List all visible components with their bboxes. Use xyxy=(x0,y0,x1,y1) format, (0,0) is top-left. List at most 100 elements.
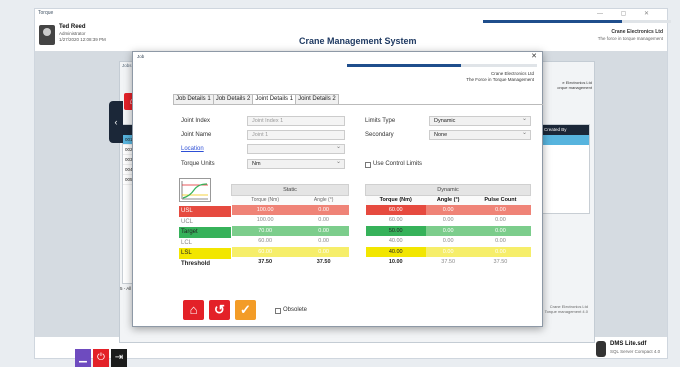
obsolete-checkbox[interactable] xyxy=(275,308,281,314)
power-button[interactable]: ⏻ xyxy=(93,349,109,367)
joint-name-label: Joint Name xyxy=(181,132,212,138)
title-bar: Torque — ▢ ✕ Ted Reed Administrator 1/27… xyxy=(35,9,671,49)
dynamic-lcl-pulse[interactable]: 0.00 xyxy=(470,236,531,247)
static-target-angle[interactable]: 0.00 xyxy=(298,225,349,236)
brand-bar xyxy=(483,20,671,23)
torque-units-label: Torque Units xyxy=(181,161,215,167)
static-threshold-torque[interactable]: 37.50 xyxy=(231,257,299,268)
dynamic-ucl-pulse[interactable]: 0.00 xyxy=(470,215,531,226)
joint-index-label: Joint Index xyxy=(181,118,211,124)
dynamic-usl-angle[interactable]: 0.00 xyxy=(425,204,471,215)
logout-button[interactable]: ⇥ xyxy=(111,349,127,367)
panel-brand: e Electronics Ltd orque management xyxy=(557,80,592,90)
dynamic-threshold-torque[interactable]: 10.00 xyxy=(365,257,426,268)
tab-joint-details-1[interactable]: Joint Details 1 xyxy=(252,94,297,104)
tab-joint-details-2[interactable]: Joint Details 2 xyxy=(295,94,339,104)
jobs-panel-title: Jobs xyxy=(122,63,132,68)
lsl-label: LSL xyxy=(179,248,231,259)
dynamic-lcl-angle[interactable]: 0.00 xyxy=(425,236,471,247)
static-lcl-torque[interactable]: 60.00 xyxy=(231,236,299,247)
static-ucl-angle[interactable]: 0.00 xyxy=(298,215,349,226)
job-dialog: Job ✕ Crane Electronics Ltd The Force in… xyxy=(132,51,543,327)
limits-chart-icon[interactable] xyxy=(179,178,211,202)
dynamic-threshold-angle[interactable]: 37.50 xyxy=(425,257,471,268)
dynamic-lcl-torque[interactable]: 40.00 xyxy=(365,236,426,247)
created-by-header: Created By xyxy=(541,125,589,135)
static-lsl-torque[interactable]: 60.00 xyxy=(231,246,299,257)
brand-name: Crane Electronics Ltd xyxy=(611,29,663,35)
dynamic-usl-pulse[interactable]: 0.00 xyxy=(470,204,531,215)
window-controls[interactable]: — ▢ ✕ xyxy=(597,10,657,17)
brand-tagline: The force in torque management xyxy=(597,36,663,41)
threshold-label: Threshold xyxy=(179,258,231,269)
static-limits-table: Static Torque (Nm) Angle (°) 100.00 0.00 1… xyxy=(231,184,349,268)
window-title: Torque xyxy=(38,10,54,16)
user-role: Administrator xyxy=(59,31,86,36)
minimize-button[interactable]: ▁ xyxy=(75,349,91,367)
static-ucl-torque[interactable]: 100.00 xyxy=(231,215,299,226)
obsolete-label: Obsolete xyxy=(283,307,308,313)
table-row[interactable] xyxy=(541,135,589,145)
footer-toolbar: ▁ ⏻ ⇥ xyxy=(75,349,127,367)
panel-footer-brand: Crane Electronics Ltd Torque management … xyxy=(545,304,588,314)
limits-type-label: Limits Type xyxy=(365,118,396,124)
dynamic-group-header: Dynamic xyxy=(365,184,531,196)
dynamic-target-pulse[interactable]: 0.00 xyxy=(470,225,531,236)
database-name: DMS Lite.sdf xyxy=(610,341,647,347)
target-label: Target xyxy=(179,227,231,238)
use-control-limits-checkbox[interactable] xyxy=(365,162,371,168)
jobs-right-table[interactable]: Created By xyxy=(540,124,590,214)
dynamic-pulse-header: Pulse Count xyxy=(470,195,531,205)
location-link[interactable]: Location xyxy=(181,146,204,152)
dynamic-target-torque[interactable]: 50.00 xyxy=(365,225,426,236)
static-target-torque[interactable]: 70.00 xyxy=(231,225,299,236)
limits-type-dropdown[interactable]: Dynamic xyxy=(429,115,531,126)
close-button[interactable]: ✕ xyxy=(531,52,537,60)
save-button[interactable]: ✓ xyxy=(235,300,256,320)
location-dropdown[interactable] xyxy=(247,143,345,154)
joint-name-field[interactable]: Joint 1 xyxy=(247,130,345,140)
database-subtitle: SQL Server Compact 4.0 xyxy=(610,349,661,354)
panel-footer-tagline: Torque management 4.0 xyxy=(544,309,588,314)
dynamic-target-angle[interactable]: 0.00 xyxy=(425,225,471,236)
tab-bar: Job Details 1 Job Details 2 Joint Detail… xyxy=(173,94,339,104)
dialog-title: Job xyxy=(137,54,145,59)
dynamic-lsl-pulse[interactable]: 0.00 xyxy=(470,246,531,257)
tab-job-details-1[interactable]: Job Details 1 xyxy=(173,94,214,104)
dynamic-lsl-angle[interactable]: 0.00 xyxy=(425,246,471,257)
secondary-dropdown[interactable]: None xyxy=(429,129,531,140)
dynamic-lsl-torque[interactable]: 40.00 xyxy=(365,246,426,257)
lcl-label: LCL xyxy=(179,237,231,248)
tab-job-details-2[interactable]: Job Details 2 xyxy=(212,94,254,104)
dynamic-torque-header: Torque (Nm) xyxy=(365,195,426,205)
dynamic-angle-header: Angle (°) xyxy=(425,195,471,205)
static-usl-torque[interactable]: 100.00 xyxy=(231,204,299,215)
static-usl-angle[interactable]: 0.00 xyxy=(298,204,349,215)
tab-divider xyxy=(173,104,543,105)
torque-units-dropdown[interactable]: Nm xyxy=(247,158,345,169)
static-threshold-angle[interactable]: 37.50 xyxy=(298,257,349,268)
user-name: Ted Reed xyxy=(59,24,86,30)
static-lsl-angle[interactable]: 0.00 xyxy=(298,246,349,257)
dynamic-threshold-pulse[interactable]: 37.50 xyxy=(470,257,531,268)
dynamic-limits-table: Dynamic Torque (Nm) Angle (°) Pulse Count … xyxy=(365,184,531,268)
login-timestamp: 1/27/2020 12:08:39 PM xyxy=(59,37,106,42)
dynamic-ucl-angle[interactable]: 0.00 xyxy=(425,215,471,226)
collapse-arrow-button[interactable]: ‹ xyxy=(109,101,123,143)
limit-labels: USL UCL Target LCL LSL Threshold xyxy=(179,206,231,269)
secondary-label: Secondary xyxy=(365,132,394,138)
dynamic-usl-torque[interactable]: 60.00 xyxy=(365,204,426,215)
static-group-header: Static xyxy=(231,184,349,196)
database-icon xyxy=(596,341,606,357)
usl-label: USL xyxy=(179,206,231,217)
joint-index-field[interactable]: Joint Index 1 xyxy=(247,116,345,126)
static-lcl-angle[interactable]: 0.00 xyxy=(298,236,349,247)
dialog-brand: Crane Electronics Ltd The Force in Torqu… xyxy=(466,71,534,83)
app-title: Crane Management System xyxy=(299,36,417,46)
dynamic-ucl-torque[interactable]: 60.00 xyxy=(365,215,426,226)
static-torque-header: Torque (Nm) xyxy=(231,195,299,205)
dialog-brand-tagline: The Force in Torque Management xyxy=(466,77,534,82)
undo-button[interactable]: ↺ xyxy=(209,300,230,320)
use-control-limits-label: Use Control Limits xyxy=(373,161,423,167)
home-button[interactable]: ⌂ xyxy=(183,300,204,320)
